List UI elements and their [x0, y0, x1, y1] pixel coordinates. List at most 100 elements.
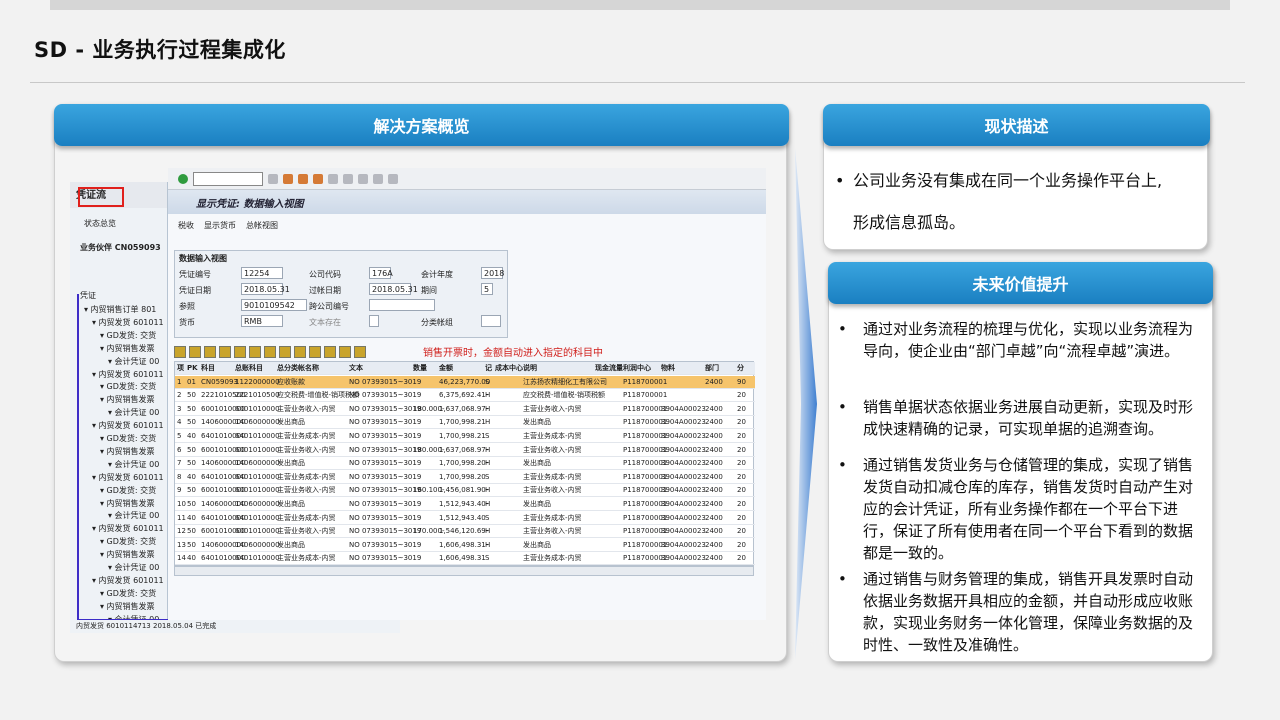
- status-line-1: 公司业务没有集成在同一个业务操作平台上,: [853, 171, 1163, 190]
- ledger-label: 分类帐组: [421, 318, 453, 327]
- grid-cell: H: [485, 527, 491, 536]
- table-row[interactable]: 11 40 6401010000 6401010000 主营业务成本-内贸 NO 0739…: [175, 512, 755, 525]
- table-row[interactable]: 1 01 CN059093 1122000000 应收账款 NO 07393015~301…: [175, 375, 755, 389]
- grid-cell: 发出商品: [523, 540, 551, 549]
- status-line-2: 形成信息孤岛。: [853, 213, 966, 232]
- tool-currency[interactable]: 显示货币: [204, 220, 236, 231]
- status-text: • 公司业务没有集成在同一个业务操作平台上, 形成信息孤岛。: [835, 160, 1205, 244]
- grid-cell: 3904A00023: [661, 513, 706, 522]
- grid-tool-icon[interactable]: [279, 346, 291, 358]
- layout-icon[interactable]: [373, 173, 383, 184]
- table-row[interactable]: 3 50 6001010000 6001010000 主营业务收入-内贸 NO 07393…: [175, 403, 755, 416]
- grid-cell: H: [485, 540, 491, 549]
- table-row[interactable]: 8 40 6401010000 6401010000 主营业务成本-内贸 NO 07393…: [175, 471, 755, 484]
- grid-cell: 说明: [523, 364, 537, 372]
- horizontal-scrollbar[interactable]: [174, 566, 754, 576]
- grid-cell: 2400: [705, 486, 723, 495]
- grid-cell: 1406000000: [235, 500, 280, 508]
- slide-title: SD - 业务执行过程集成化: [34, 38, 286, 62]
- grid-cell: 1,637,068.97-: [439, 404, 489, 413]
- check-icon[interactable]: [178, 173, 188, 184]
- cur-field[interactable]: RMB: [241, 315, 283, 327]
- grid-tool-icon[interactable]: [294, 346, 306, 358]
- grid-cell: 1,512,943.40: [439, 513, 486, 522]
- grid-tool-icon[interactable]: [339, 346, 351, 358]
- future-item-text: 通过销售与财务管理的集成，销售开具发票时自动依据业务数据开具相应的金额，并自动形…: [863, 570, 1194, 654]
- grid-cell: 主营业务收入-内贸: [277, 445, 336, 454]
- grid-cell: 20: [737, 459, 746, 468]
- ledger-field[interactable]: [481, 315, 501, 327]
- grid-tool-icon[interactable]: [219, 346, 231, 358]
- doc-toolbar: 税收 显示货币 总帐视图: [168, 214, 766, 236]
- company-field[interactable]: 176A: [369, 267, 393, 279]
- tree-tools[interactable]: 状态总览: [84, 218, 116, 229]
- doc-no-field[interactable]: 12254: [241, 267, 283, 279]
- table-row[interactable]: 14 40 6401010000 6401010000 主营业务成本-内贸 NO 0739…: [175, 552, 755, 566]
- table-row[interactable]: 13 50 1406000000 1406000000 发出商品 NO 07393015~…: [175, 539, 755, 552]
- table-row[interactable]: 9 50 6001010000 6001010000 主营业务收入-内贸 NO 07393…: [175, 484, 755, 498]
- grid-cell: 6401010000: [235, 432, 280, 440]
- table-row[interactable]: 6 50 6001010000 6001010000 主营业务收入-内贸 NO 07393…: [175, 444, 755, 457]
- tool-tax[interactable]: 税收: [178, 220, 194, 231]
- grid-cell: S: [485, 554, 490, 563]
- grid-tool-icon[interactable]: [234, 346, 246, 358]
- find-icon[interactable]: [343, 173, 353, 184]
- grid-cell: 1,637,068.97-: [439, 445, 489, 454]
- title-divider: [30, 82, 1245, 83]
- grid-cell: S: [485, 472, 490, 481]
- grid-cell: NO 07393015~3019: [349, 527, 422, 536]
- grid-cell: 6001010000: [235, 486, 280, 495]
- ref-field[interactable]: 9010109542: [241, 299, 307, 311]
- grid-tool-icon[interactable]: [309, 346, 321, 358]
- grid-cell: 1,700,998.20: [439, 472, 486, 481]
- exit-icon[interactable]: [298, 173, 308, 184]
- print-icon[interactable]: [328, 173, 338, 184]
- grid-cell: 2400: [705, 459, 723, 468]
- back-icon[interactable]: [283, 173, 293, 184]
- save-icon[interactable]: [268, 173, 278, 184]
- grid-cell: NO 07393015~3019: [349, 540, 422, 549]
- grid-cell: 3904A00023: [661, 486, 706, 495]
- grid-cell: NO 07393015~3019: [349, 554, 422, 563]
- grid-tool-icon[interactable]: [189, 346, 201, 358]
- table-row[interactable]: 10 50 1406000000 1406000000 发出商品 NO 07393015~…: [175, 498, 755, 511]
- post-date-field[interactable]: 2018.05.31: [369, 283, 418, 295]
- grid-cell: 数量: [413, 364, 427, 372]
- window-title: 显示凭证: 数据输入视图: [168, 190, 766, 214]
- table-row[interactable]: 2 50 2221010500 2221010500 应交税费-增值税-销项税额 NO 0…: [175, 389, 755, 403]
- text-exists-checkbox[interactable]: [369, 315, 379, 327]
- grid-cell: 20: [737, 418, 746, 427]
- doc-date-field[interactable]: 2018.05.31: [241, 283, 290, 295]
- table-row[interactable]: 5 40 6401010000 6401010000 主营业务成本-内贸 NO 07393…: [175, 430, 755, 443]
- grid-cell: 1,546,120.69-: [439, 527, 489, 536]
- grid-cell: 发出商品: [523, 500, 551, 508]
- grid-tool-icon[interactable]: [354, 346, 366, 358]
- grid-cell: 90: [737, 377, 746, 386]
- help-icon[interactable]: [388, 173, 398, 184]
- grid-tool-icon[interactable]: [264, 346, 276, 358]
- grid-tool-icon[interactable]: [324, 346, 336, 358]
- grid-cell: 20: [737, 404, 746, 413]
- tool-ledger[interactable]: 总帐视图: [246, 220, 278, 231]
- grid-cell: 2400: [705, 472, 723, 481]
- table-row[interactable]: 7 50 1406000000 1406000000 发出商品 NO 07393015~3…: [175, 457, 755, 471]
- page-icon[interactable]: [358, 173, 368, 184]
- cancel-icon[interactable]: [313, 173, 323, 184]
- sap-command-bar: [168, 168, 766, 190]
- post-date-label: 过帐日期: [309, 286, 341, 295]
- grid-cell: 2400: [705, 418, 723, 427]
- grid-cell: 分: [737, 364, 744, 372]
- command-field[interactable]: [193, 171, 263, 186]
- grid-cell: 50: [187, 445, 196, 454]
- grid-tool-icon[interactable]: [204, 346, 216, 358]
- grid-tool-icon[interactable]: [174, 346, 186, 358]
- data-entry-form: 数据输入视图 凭证编号 12254 公司代码 176A 会计年度 2018 凭证…: [174, 250, 508, 338]
- period-field[interactable]: 5: [481, 283, 493, 295]
- fy-field[interactable]: 2018: [481, 267, 504, 279]
- grid-tool-icon[interactable]: [249, 346, 261, 358]
- grid-cell: H: [485, 404, 491, 413]
- table-row[interactable]: 12 50 6001010000 6001010000 主营业务收入-内贸 NO 0739…: [175, 525, 755, 539]
- table-row[interactable]: 4 50 1406000000 1406000000 发出商品 NO 07393015~3…: [175, 416, 755, 430]
- grid-cell: NO 07393015~3019: [349, 459, 422, 468]
- cc-field[interactable]: [369, 299, 435, 311]
